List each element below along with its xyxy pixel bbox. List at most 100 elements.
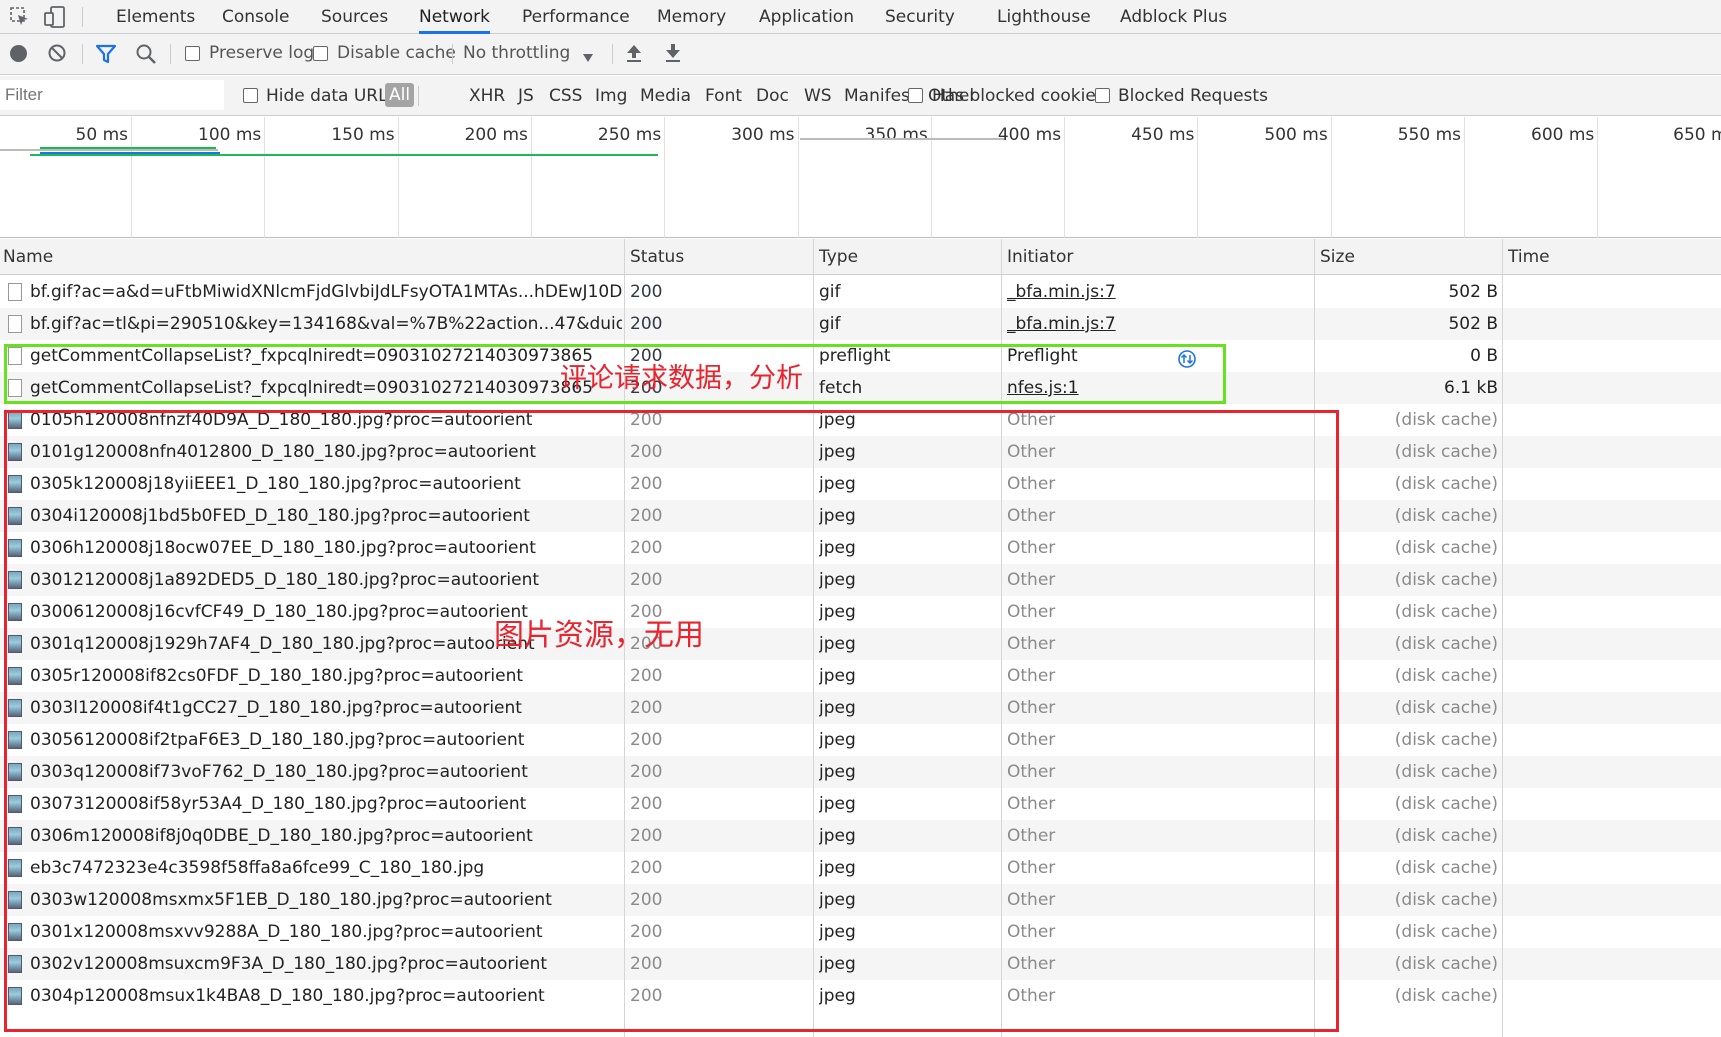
- filter-icon[interactable]: [95, 43, 117, 65]
- request-size: (disk cache): [1394, 474, 1498, 494]
- throttling-select[interactable]: No throttling: [463, 43, 570, 63]
- request-size: (disk cache): [1394, 986, 1498, 1006]
- timeline-tick-label: 500 ms: [1264, 125, 1328, 145]
- column-header-name[interactable]: Name: [3, 247, 53, 267]
- clear-icon[interactable]: [48, 44, 66, 62]
- timeline-grid-line: [530, 117, 532, 238]
- has-blocked-cookies-checkbox[interactable]: [908, 88, 923, 103]
- timeline-grid-line: [1597, 117, 1599, 238]
- filter-bar: Hide data URLs All XHR JS CSS Img Media Font D…: [0, 76, 1721, 116]
- timeline-grid-line: [797, 117, 799, 238]
- request-size: (disk cache): [1394, 762, 1498, 782]
- tab-memory[interactable]: Memory: [657, 0, 726, 34]
- tab-application[interactable]: Application: [759, 0, 854, 34]
- timeline-grid-line: [1197, 117, 1199, 238]
- tab-lighthouse[interactable]: Lighthouse: [997, 0, 1091, 34]
- filter-type-font[interactable]: Font: [705, 86, 742, 106]
- tab-sources[interactable]: Sources: [321, 0, 388, 34]
- green-annotation-label: 评论请求数据，分析: [560, 363, 803, 394]
- blocked-requests-checkbox[interactable]: [1095, 88, 1110, 103]
- column-header-type[interactable]: Type: [819, 247, 858, 267]
- waterfall-bar: [30, 154, 658, 156]
- timeline-tick-label: 600 ms: [1531, 125, 1595, 145]
- request-size: (disk cache): [1394, 954, 1498, 974]
- waterfall-bar: [0, 149, 218, 151]
- filter-type-media[interactable]: Media: [640, 86, 691, 106]
- request-size: 6.1 kB: [1444, 378, 1498, 398]
- hide-data-urls-checkbox[interactable]: [243, 88, 258, 103]
- request-size: 0 B: [1470, 346, 1498, 366]
- waterfall-bar: [800, 138, 1004, 140]
- filter-type-ws[interactable]: WS: [804, 86, 832, 106]
- request-size: (disk cache): [1394, 538, 1498, 558]
- red-annotation-label: 图片资源，无用: [494, 618, 704, 653]
- timeline-tick-label: 250 ms: [597, 125, 662, 145]
- request-type: gif: [819, 314, 841, 334]
- request-size: (disk cache): [1394, 922, 1498, 942]
- request-initiator[interactable]: _bfa.min.js:7: [1007, 276, 1307, 308]
- tab-performance[interactable]: Performance: [522, 0, 630, 34]
- request-status: 200: [630, 314, 663, 334]
- timeline-tick-label: 50 ms: [75, 125, 128, 145]
- filter-input[interactable]: [0, 80, 224, 110]
- tab-network[interactable]: Network: [419, 0, 490, 34]
- record-icon[interactable]: [10, 45, 27, 62]
- tab-adblock-plus[interactable]: Adblock Plus: [1120, 0, 1227, 34]
- filter-type-css[interactable]: CSS: [549, 86, 582, 106]
- request-size: (disk cache): [1394, 442, 1498, 462]
- filter-type-xhr[interactable]: XHR: [469, 86, 505, 106]
- hide-data-urls-label: Hide data URLs: [266, 86, 397, 106]
- devtools-tab-bar: Elements Console Sources Network Performance…: [0, 0, 1721, 34]
- blocked-requests-label: Blocked Requests: [1118, 86, 1268, 106]
- timeline-tick-label: 200 ms: [464, 125, 528, 145]
- table-row[interactable]: bf.gif?ac=tl&pi=290510&key=134168&val=%7…: [0, 308, 1721, 340]
- filter-type-doc[interactable]: Doc: [756, 86, 789, 106]
- request-size: (disk cache): [1394, 602, 1498, 622]
- request-size: (disk cache): [1394, 506, 1498, 526]
- timeline-grid-line: [664, 117, 666, 238]
- filter-type-img[interactable]: Img: [595, 86, 627, 106]
- column-divider: [1502, 239, 1503, 1037]
- request-size: 502 B: [1448, 314, 1498, 334]
- export-har-icon[interactable]: [664, 43, 682, 67]
- timeline-tick-label: 550 ms: [1397, 125, 1461, 145]
- inspect-element-icon[interactable]: [10, 7, 30, 27]
- has-blocked-cookies-label: Has blocked cookies: [932, 86, 1105, 106]
- request-size: (disk cache): [1394, 794, 1498, 814]
- timeline-grid-line: [930, 117, 932, 238]
- chevron-down-icon[interactable]: [582, 48, 594, 67]
- timeline-overview[interactable]: 50 ms 100 ms 150 ms 200 ms 250 ms 300 ms 350 m…: [0, 117, 1721, 238]
- request-status: 200: [630, 282, 663, 302]
- search-icon[interactable]: [135, 43, 157, 65]
- red-annotation-box: [4, 410, 1339, 1032]
- filter-type-manifest[interactable]: Manifest: [844, 86, 917, 106]
- request-size: (disk cache): [1394, 666, 1498, 686]
- request-name: bf.gif?ac=a&d=uFtbMiwidXNlcmFjdGlvbiJdLF…: [30, 282, 622, 302]
- column-header-size[interactable]: Size: [1320, 247, 1355, 267]
- column-header-time[interactable]: Time: [1508, 247, 1550, 267]
- timeline-grid-line: [1330, 117, 1332, 238]
- column-header-status[interactable]: Status: [630, 247, 684, 267]
- document-file-icon: [8, 315, 22, 333]
- timeline-grid-line: [131, 117, 132, 238]
- request-size: (disk cache): [1394, 890, 1498, 910]
- request-initiator[interactable]: _bfa.min.js:7: [1007, 308, 1307, 340]
- timeline-grid-line: [1464, 117, 1465, 238]
- timeline-grid-line: [1064, 117, 1066, 238]
- device-toolbar-icon[interactable]: [44, 6, 66, 28]
- request-name: bf.gif?ac=tl&pi=290510&key=134168&val=%7…: [30, 314, 622, 334]
- table-row[interactable]: bf.gif?ac=a&d=uFtbMiwidXNlcmFjdGlvbiJdLF…: [0, 276, 1721, 308]
- import-har-icon[interactable]: [625, 43, 643, 67]
- tab-console[interactable]: Console: [222, 0, 290, 34]
- timeline-tick-label: 400 ms: [997, 125, 1062, 145]
- tab-security[interactable]: Security: [885, 0, 955, 34]
- filter-type-js[interactable]: JS: [518, 86, 534, 106]
- column-header-initiator[interactable]: Initiator: [1007, 247, 1073, 267]
- preserve-log-checkbox[interactable]: [185, 46, 200, 61]
- disable-cache-checkbox[interactable]: [313, 46, 328, 61]
- filter-all-button[interactable]: All: [385, 83, 415, 107]
- disable-cache-label: Disable cache: [337, 43, 456, 63]
- request-type: gif: [819, 282, 841, 302]
- tab-elements[interactable]: Elements: [116, 0, 195, 34]
- timeline-tick-label: 650 m: [1673, 125, 1721, 145]
